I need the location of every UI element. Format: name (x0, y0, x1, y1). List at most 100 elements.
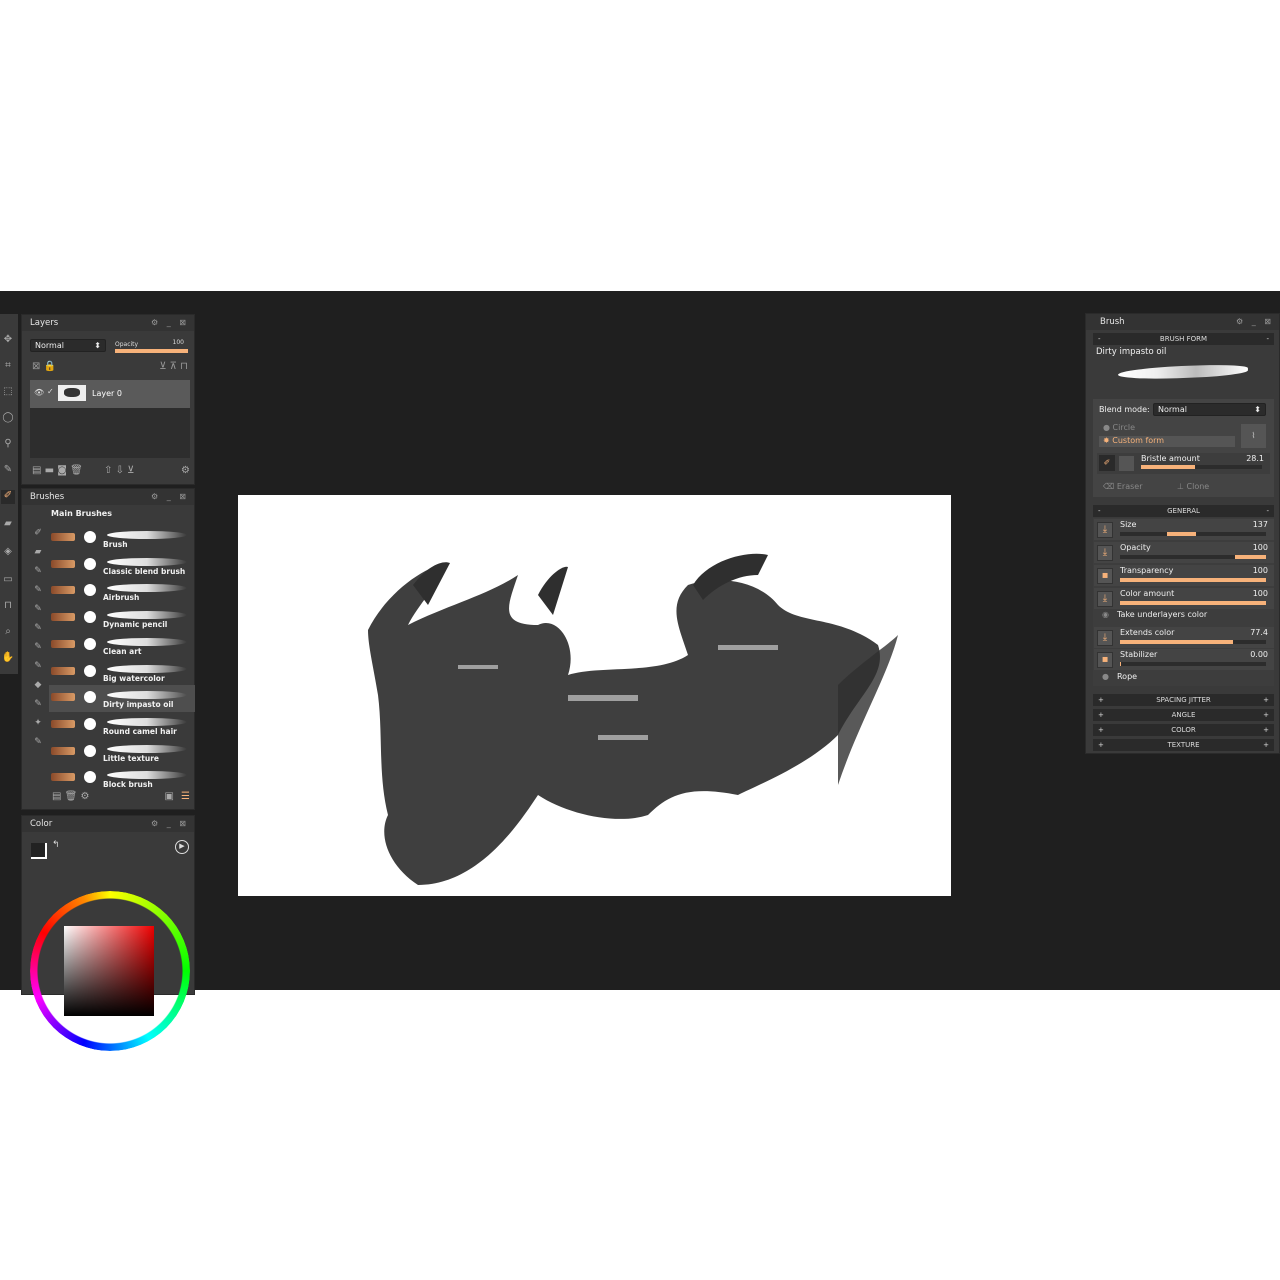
brush-item[interactable]: Airbrush (49, 578, 195, 605)
section-color[interactable]: + COLOR + (1093, 724, 1274, 736)
param-value: 100 (1252, 543, 1268, 552)
brush-item[interactable]: Round camel hair (49, 712, 195, 739)
section-texture[interactable]: + TEXTURE + (1093, 739, 1274, 751)
param-color-amount[interactable]: ⤓ Color amount 100 (1094, 588, 1274, 609)
opacity-slider[interactable]: Opacity 100 (115, 339, 188, 353)
visibility-icon[interactable]: 👁 (34, 388, 44, 397)
brush-stroke-preview (107, 584, 187, 593)
crop-tool-icon[interactable]: ⌗ (1, 360, 15, 374)
zoom-tool-icon[interactable]: ⌕ (1, 626, 15, 640)
brush-tool-icon[interactable]: ✐ (1, 490, 15, 504)
gradient-tool-icon[interactable]: ▭ (1, 574, 15, 588)
param-size[interactable]: ⤓ Size 137 (1094, 519, 1274, 540)
brush-item[interactable]: Block brush (49, 765, 195, 792)
brush-item[interactable]: Classic blend brush (49, 552, 195, 579)
saturation-square[interactable] (64, 926, 154, 1016)
clone-option[interactable]: ⊥ Clone (1177, 482, 1209, 491)
brush-icon (51, 719, 75, 728)
brush-item[interactable]: Big watercolor (49, 659, 195, 686)
param-transparency[interactable]: ▪ Transparency 100 (1094, 565, 1274, 586)
brush-actions[interactable]: ▤ 🗑 ⚙ ☰ ▣ (52, 791, 192, 802)
section-general[interactable]: - GENERAL - (1093, 505, 1274, 517)
form-shape-button[interactable]: ⌇ (1241, 424, 1266, 448)
param-slider[interactable] (1120, 640, 1266, 644)
param-extends-color[interactable]: ⤓ Extends color 77.4 (1094, 627, 1274, 648)
slider-fill (1166, 532, 1196, 536)
panel-title: Brushes (30, 492, 65, 502)
toggle-icon[interactable]: ▪ (1097, 568, 1113, 584)
layer-row[interactable]: 👁 ✓ Layer 0 (30, 380, 190, 408)
brush-item[interactable]: Dynamic pencil (49, 605, 195, 632)
eraser-tool-icon[interactable]: ▰ (1, 518, 15, 532)
brush-icon (51, 586, 75, 595)
panel-title: Layers (30, 318, 59, 328)
brush-item[interactable]: Dirty impasto oil (49, 685, 195, 713)
panel-controls[interactable]: ⚙ _ ⊠ (1236, 317, 1274, 326)
param-slider[interactable] (1120, 662, 1266, 666)
param-slider[interactable] (1120, 578, 1266, 582)
blend-mode-select[interactable]: Normal ⬍ (1153, 403, 1266, 416)
lasso-icon[interactable]: ◯ (1, 412, 15, 426)
bristle-brush-icon[interactable]: ✐ (1099, 455, 1115, 471)
brush-stroke-preview (107, 557, 187, 566)
bristle-value: 28.1 (1246, 454, 1264, 463)
radio-icon[interactable]: ◉ (1102, 610, 1109, 619)
brush-category-list[interactable]: ✐ ▰ ✎ ✎ ✎ ✎ ✎ ✎ ◆ ✎ ✦ ✎ (30, 524, 46, 752)
section-angle[interactable]: + ANGLE + (1093, 709, 1274, 721)
layer-align-icons[interactable]: ⊻ ⊼ ⊓ (159, 361, 188, 372)
param-value: 77.4 (1250, 628, 1268, 637)
layer-actions[interactable]: ▤ ▬ ◙ 🗑 ⇧ ⇩ ⊻ ⚙ (32, 465, 190, 476)
eraser-option[interactable]: ⌫ Eraser (1103, 482, 1142, 491)
pressure-icon[interactable]: ⤓ (1097, 545, 1113, 561)
brush-tip-icon (84, 744, 96, 757)
brush-item[interactable]: Brush (49, 525, 195, 552)
brush-tip-icon (84, 531, 96, 543)
param-opacity[interactable]: ⤓ Opacity 100 (1094, 542, 1274, 563)
take-underlayers-option[interactable]: ◉ Take underlayers color (1102, 610, 1207, 619)
param-slider[interactable] (1120, 601, 1266, 605)
bristle-row[interactable]: ✐ Bristle amount 28.1 (1097, 453, 1270, 474)
canvas[interactable] (238, 495, 951, 896)
blend-mode-select[interactable]: Normal ⬍ (30, 339, 106, 352)
param-slider[interactable] (1120, 555, 1266, 559)
magic-wand-icon[interactable]: ⚲ (1, 438, 15, 452)
move-tool-icon[interactable]: ✥ (1, 334, 15, 348)
swap-colors-icon[interactable]: ↰ (52, 840, 60, 850)
bristle-toggle[interactable] (1119, 456, 1134, 471)
section-brush-form[interactable]: - BRUSH FORM - (1093, 333, 1274, 345)
panel-controls[interactable]: ⚙ _ ⊠ (151, 318, 189, 327)
play-icon[interactable]: ▶ (175, 840, 189, 854)
panel-title: Color (30, 819, 53, 829)
roller-tool-icon[interactable]: ⊓ (1, 600, 15, 614)
panel-controls[interactable]: ⚙ _ ⊠ (151, 819, 189, 828)
pressure-icon[interactable]: ⤓ (1097, 522, 1113, 538)
rope-option[interactable]: ● Rope (1102, 672, 1137, 681)
color-swatch[interactable] (31, 843, 47, 859)
brush-label: Round camel hair (103, 726, 177, 736)
param-stabilizer[interactable]: ▪ Stabilizer 0.00 (1094, 649, 1274, 670)
pressure-icon[interactable]: ⤓ (1097, 630, 1113, 646)
custom-form-option[interactable]: ✸ Custom form (1099, 436, 1235, 447)
circle-option[interactable]: ● Circle (1103, 423, 1135, 432)
lock-icon[interactable]: ⊠ 🔒 (32, 361, 56, 372)
hand-tool-icon[interactable]: ✋ (1, 652, 15, 666)
settings-icon[interactable]: ⚙ (181, 465, 190, 476)
param-slider[interactable] (1120, 532, 1266, 536)
paint-strokes (368, 553, 898, 885)
fill-tool-icon[interactable]: ◈ (1, 546, 15, 560)
slider-fill (1120, 640, 1233, 644)
pressure-icon[interactable]: ⤓ (1097, 591, 1113, 607)
brush-item[interactable]: Little texture (49, 739, 195, 766)
toggle-icon[interactable]: ▪ (1097, 652, 1113, 668)
check-icon[interactable]: ✓ (47, 387, 54, 396)
eyedropper-icon[interactable]: ✎ (1, 464, 15, 478)
brush-stroke-preview (107, 664, 187, 673)
brush-tip-icon (84, 664, 96, 677)
param-value: 100 (1252, 589, 1268, 598)
panel-controls[interactable]: ⚙ _ ⊠ (151, 492, 189, 501)
section-spacing-jitter[interactable]: + SPACING JITTER + (1093, 694, 1274, 706)
rect-select-icon[interactable]: ⬚ (1, 386, 15, 400)
app-window: ✥ ⌗ ⬚ ◯ ⚲ ✎ ✐ ▰ ◈ ▭ ⊓ ⌕ ✋ Layers ⚙ _ ⊠ No… (0, 291, 1280, 1051)
radio-icon[interactable]: ● (1102, 672, 1109, 681)
brush-item[interactable]: Clean art (49, 632, 195, 659)
